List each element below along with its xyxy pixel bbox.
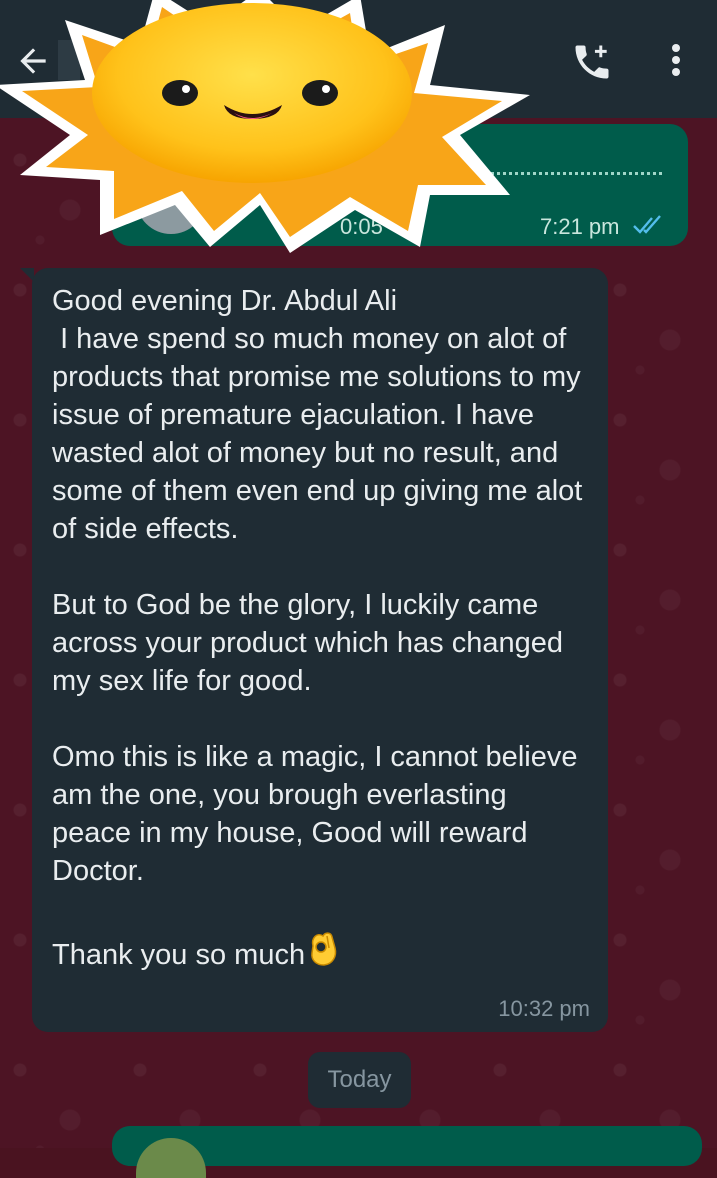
more-vert-icon[interactable]	[664, 40, 688, 84]
message-timestamp: 10:32 pm	[498, 996, 590, 1021]
double-check-icon	[633, 215, 661, 234]
date-divider: Today	[308, 1052, 411, 1108]
add-call-icon[interactable]	[570, 40, 614, 84]
smiling-sun-sticker	[0, 0, 530, 253]
ok-hand-emoji	[305, 928, 343, 968]
sender-avatar	[136, 1138, 206, 1178]
outgoing-message-bubble[interactable]	[112, 1126, 702, 1178]
incoming-message-bubble[interactable]: Good evening Dr. Abdul Ali I have spend …	[32, 268, 608, 1032]
message-text: Good evening Dr. Abdul Ali I have spend …	[52, 285, 583, 971]
